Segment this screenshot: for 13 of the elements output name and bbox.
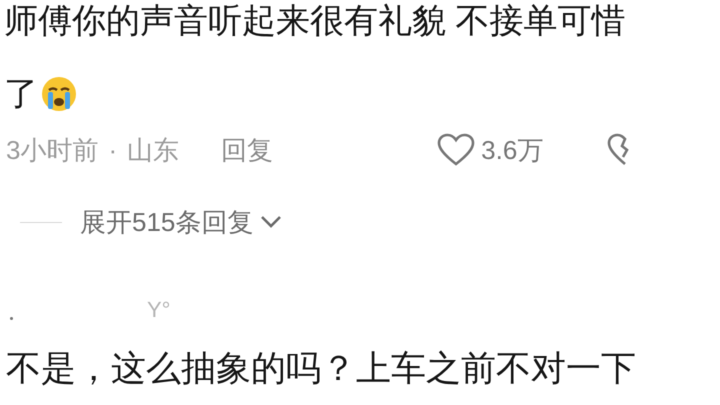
chevron-down-icon bbox=[259, 214, 284, 230]
comment-text: 了 bbox=[4, 74, 38, 114]
comment-time: 3小时前 bbox=[6, 134, 98, 166]
comment-text: 师傅你的声音听起来很有礼貌 不接单可惜 bbox=[4, 1, 626, 41]
comment-location: 山东 bbox=[127, 134, 180, 166]
comment-text: 不是，这么抽象的吗？上车之前不对一下 bbox=[6, 349, 636, 389]
like-count: 3.6万 bbox=[481, 134, 544, 166]
username[interactable]: Y° bbox=[147, 292, 170, 326]
heart-icon[interactable] bbox=[437, 133, 476, 167]
separator-dot: · bbox=[108, 134, 118, 166]
expand-replies-button[interactable]: 展开515条回复 bbox=[80, 202, 284, 242]
crying-emoji-icon bbox=[40, 75, 78, 113]
reply-link[interactable]: 回复 bbox=[221, 130, 274, 170]
